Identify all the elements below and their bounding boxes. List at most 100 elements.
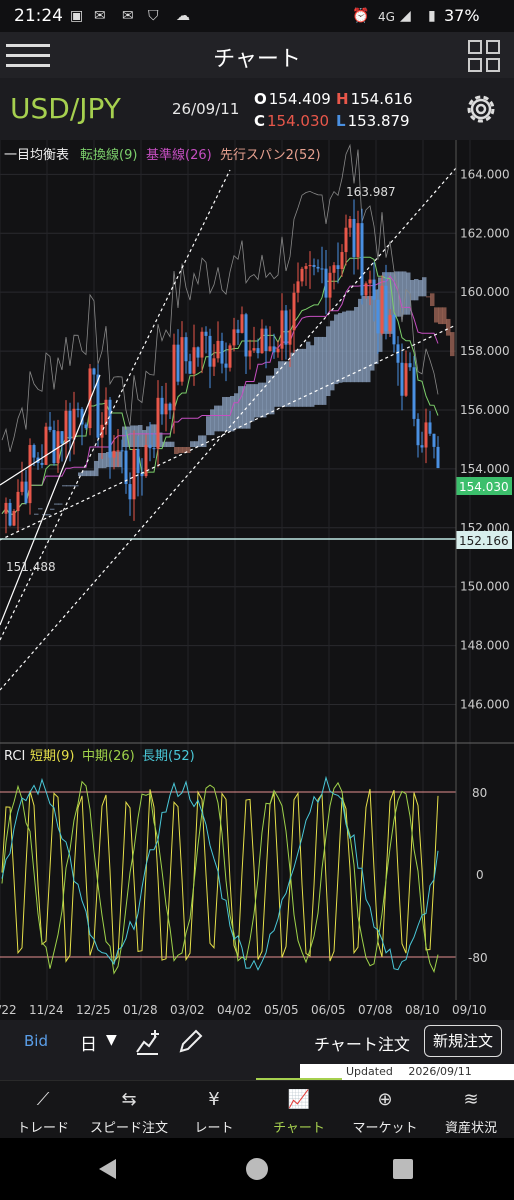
nav-market[interactable]: ⊕ マーケット: [342, 1081, 428, 1139]
chart-order-button[interactable]: チャート注文: [314, 1031, 410, 1055]
cloud-segment: [414, 278, 419, 301]
mail-icon: ✉: [122, 8, 134, 24]
candle-body: [348, 218, 352, 228]
new-order-button[interactable]: 新規注文: [424, 1025, 502, 1057]
candle-body: [424, 422, 428, 448]
candle-body: [120, 450, 124, 452]
cloud-segment: [190, 441, 195, 447]
nav-speed-order[interactable]: ⇆ スピード注文: [86, 1081, 172, 1139]
recents-icon[interactable]: [392, 1158, 414, 1180]
currency-pair[interactable]: USD/JPY: [10, 92, 121, 125]
globe-icon: ⊕: [377, 1089, 393, 1110]
candle-body: [316, 266, 320, 269]
back-icon[interactable]: [96, 1156, 122, 1182]
candle-body: [240, 314, 244, 333]
status-time: 21:24: [14, 6, 63, 26]
network-label: 4G: [378, 10, 395, 24]
cloud-segment: [314, 336, 319, 405]
senkou2-label: 先行スパン2(52): [220, 148, 321, 163]
rci-mid-label: 中期(26): [82, 749, 135, 764]
cloud-segment: [366, 296, 371, 383]
candle-body: [332, 265, 336, 273]
cloud-segment: [346, 310, 351, 383]
candle-body: [68, 410, 72, 440]
cloud-segment: [166, 441, 171, 447]
candle-body: [280, 310, 284, 349]
cloud-segment: [126, 426, 131, 447]
bid-toggle[interactable]: Bid: [24, 1032, 48, 1050]
home-icon[interactable]: [244, 1156, 270, 1182]
candle-body: [220, 340, 224, 364]
candle-body: [60, 431, 64, 444]
nav-assets[interactable]: ≋ 資産状況: [428, 1081, 514, 1139]
candle-body: [212, 358, 216, 367]
candle-body: [236, 329, 240, 333]
candle-body: [420, 445, 424, 448]
current-price-tag: 154.030: [459, 480, 509, 494]
candle-body: [192, 347, 196, 374]
cloud-segment: [170, 441, 175, 447]
ichimoku-label: 一目均衡表: [4, 148, 69, 163]
cloud-segment: [426, 296, 431, 298]
cloud-segment: [58, 503, 63, 505]
cloud-segment: [34, 513, 39, 515]
candle-body: [436, 446, 440, 469]
battery-icon: ▮: [428, 8, 436, 24]
chart-icon: 📈: [287, 1089, 311, 1110]
cloud-segment: [214, 405, 219, 432]
cloud-segment: [310, 345, 315, 407]
candle-body: [388, 315, 392, 332]
candle-body: [356, 223, 360, 258]
period-select[interactable]: 日: [80, 1030, 97, 1055]
draw-pencil-icon[interactable]: [176, 1028, 204, 1056]
candle-body: [272, 346, 276, 353]
date-axis-label: 09/10: [452, 1003, 487, 1017]
cloud-segment: [322, 336, 327, 405]
add-indicator-icon[interactable]: [134, 1028, 162, 1056]
quote-bar: USD/JPY 26/09/11 O 154.409 H 154.616 C 154.…: [0, 78, 514, 141]
candle-body: [408, 363, 412, 368]
candle-body: [312, 265, 316, 267]
cloud-segment: [438, 307, 443, 325]
cloud-segment: [38, 508, 43, 510]
cloud-segment: [302, 348, 307, 407]
kijun-label: 基準線(26): [146, 147, 212, 163]
cloud-segment: [102, 452, 107, 469]
cloud-segment: [174, 446, 179, 454]
price-chart[interactable]: 164.000 162.000 160.000 158.000 156.000 154.0…: [0, 140, 514, 1020]
candle-body: [260, 328, 264, 354]
candle-body: [364, 283, 368, 296]
cloud-segment: [338, 313, 343, 383]
candle-body: [176, 344, 180, 382]
cloud-segment: [238, 386, 243, 429]
cloud-segment: [254, 384, 259, 418]
cloud-segment: [318, 336, 323, 405]
cloud-segment: [442, 307, 447, 325]
cloud-segment: [290, 352, 295, 407]
candle-body: [228, 345, 232, 368]
cloud-segment: [258, 382, 263, 418]
app-header: チャート: [0, 32, 514, 78]
layout-grid-icon[interactable]: [468, 40, 502, 74]
rci-short-label: 短期(9): [30, 749, 74, 764]
nav-trade[interactable]: ⟋ トレード: [0, 1081, 86, 1139]
candle-body: [232, 329, 236, 346]
cloud-segment: [434, 307, 439, 323]
nav-market-label: マーケット: [352, 1121, 418, 1136]
candle-body: [84, 424, 88, 429]
candle-body: [124, 450, 128, 485]
nav-rate[interactable]: ¥ レート: [171, 1081, 257, 1139]
nav-chart-label: チャート: [273, 1121, 325, 1136]
cloud-segment: [330, 320, 335, 391]
candle-body: [16, 491, 20, 512]
settings-gear-icon[interactable]: [462, 90, 500, 128]
candle-body: [244, 314, 248, 357]
nav-trade-label: トレード: [16, 1121, 69, 1136]
nav-chart[interactable]: 📈 チャート: [256, 1081, 342, 1139]
candle-body: [376, 299, 380, 334]
battery-percent: 37%: [444, 6, 480, 25]
rci-axis-minus80: -80: [468, 951, 488, 965]
chevron-down-icon[interactable]: ▼: [106, 1032, 117, 1048]
cloud-segment: [46, 514, 51, 516]
cloud-segment: [450, 332, 455, 357]
